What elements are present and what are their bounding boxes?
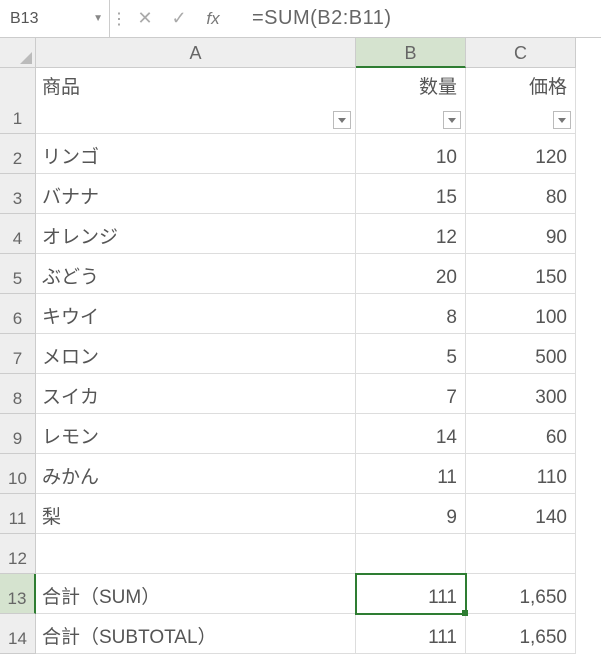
cancel-icon[interactable]: ✕	[128, 8, 162, 29]
cell-B12[interactable]	[356, 534, 466, 574]
row-header-9[interactable]: 9	[0, 414, 36, 454]
cell-C13[interactable]: 1,650	[466, 574, 576, 614]
name-box-value: B13	[10, 10, 38, 28]
cell-C4[interactable]: 90	[466, 214, 576, 254]
fx-icon[interactable]: fx	[196, 9, 230, 29]
cell-A8[interactable]: スイカ	[36, 374, 356, 414]
cell-B13[interactable]: 111	[356, 574, 466, 614]
cell-A12[interactable]	[36, 534, 356, 574]
row-header-5[interactable]: 5	[0, 254, 36, 294]
row-header-7[interactable]: 7	[0, 334, 36, 374]
row-header-10[interactable]: 10	[0, 454, 36, 494]
header-label: 数量	[419, 72, 457, 99]
cell-C9[interactable]: 60	[466, 414, 576, 454]
cell-C14[interactable]: 1,650	[466, 614, 576, 654]
cell-C3[interactable]: 80	[466, 174, 576, 214]
row-header-11[interactable]: 11	[0, 494, 36, 534]
cell-B7[interactable]: 5	[356, 334, 466, 374]
row-header-6[interactable]: 6	[0, 294, 36, 334]
separator-icon: ⋮	[110, 9, 128, 29]
cell-A13[interactable]: 合計（SUM）	[36, 574, 356, 614]
cell-A5[interactable]: ぶどう	[36, 254, 356, 294]
col-header-A[interactable]: A	[36, 38, 356, 68]
cell-B10[interactable]: 11	[356, 454, 466, 494]
row-header-12[interactable]: 12	[0, 534, 36, 574]
cell-C2[interactable]: 120	[466, 134, 576, 174]
row-header-14[interactable]: 14	[0, 614, 36, 654]
cell-C10[interactable]: 110	[466, 454, 576, 494]
cell-A3[interactable]: バナナ	[36, 174, 356, 214]
formula-bar: B13 ▼ ⋮ ✕ ✓ fx =SUM(B2:B11)	[0, 0, 601, 38]
cell-A10[interactable]: みかん	[36, 454, 356, 494]
header-label: 価格	[529, 72, 567, 99]
spreadsheet-grid: A B C 1 商品 数量 価格 2 リンゴ 10 120 3 バナナ 15 8…	[0, 38, 601, 654]
row-header-2[interactable]: 2	[0, 134, 36, 174]
cell-C8[interactable]: 300	[466, 374, 576, 414]
cell-A9[interactable]: レモン	[36, 414, 356, 454]
cell-A6[interactable]: キウイ	[36, 294, 356, 334]
select-all-corner[interactable]	[0, 38, 36, 68]
row-header-13[interactable]: 13	[0, 574, 36, 614]
row-header-8[interactable]: 8	[0, 374, 36, 414]
cell-B1[interactable]: 数量	[356, 68, 466, 134]
filter-icon[interactable]	[333, 111, 351, 129]
chevron-down-icon[interactable]: ▼	[93, 13, 103, 24]
cell-B6[interactable]: 8	[356, 294, 466, 334]
cell-A2[interactable]: リンゴ	[36, 134, 356, 174]
cell-B2[interactable]: 10	[356, 134, 466, 174]
cell-B14[interactable]: 111	[356, 614, 466, 654]
filter-icon[interactable]	[443, 111, 461, 129]
cell-C11[interactable]: 140	[466, 494, 576, 534]
cell-A7[interactable]: メロン	[36, 334, 356, 374]
cell-B4[interactable]: 12	[356, 214, 466, 254]
filter-icon[interactable]	[553, 111, 571, 129]
cell-B5[interactable]: 20	[356, 254, 466, 294]
name-box[interactable]: B13 ▼	[0, 0, 110, 37]
cell-B8[interactable]: 7	[356, 374, 466, 414]
row-header-1[interactable]: 1	[0, 68, 36, 134]
cell-B11[interactable]: 9	[356, 494, 466, 534]
cell-C5[interactable]: 150	[466, 254, 576, 294]
col-header-B[interactable]: B	[356, 38, 466, 68]
cell-C6[interactable]: 100	[466, 294, 576, 334]
col-header-C[interactable]: C	[466, 38, 576, 68]
confirm-icon[interactable]: ✓	[162, 8, 196, 29]
cell-A11[interactable]: 梨	[36, 494, 356, 534]
cell-A4[interactable]: オレンジ	[36, 214, 356, 254]
cell-C1[interactable]: 価格	[466, 68, 576, 134]
cell-C7[interactable]: 500	[466, 334, 576, 374]
row-header-4[interactable]: 4	[0, 214, 36, 254]
cell-B3[interactable]: 15	[356, 174, 466, 214]
cell-A1[interactable]: 商品	[36, 68, 356, 134]
cell-B9[interactable]: 14	[356, 414, 466, 454]
row-header-3[interactable]: 3	[0, 174, 36, 214]
header-label: 商品	[42, 72, 80, 99]
formula-input[interactable]: =SUM(B2:B11)	[230, 7, 601, 30]
cell-C12[interactable]	[466, 534, 576, 574]
cell-A14[interactable]: 合計（SUBTOTAL）	[36, 614, 356, 654]
